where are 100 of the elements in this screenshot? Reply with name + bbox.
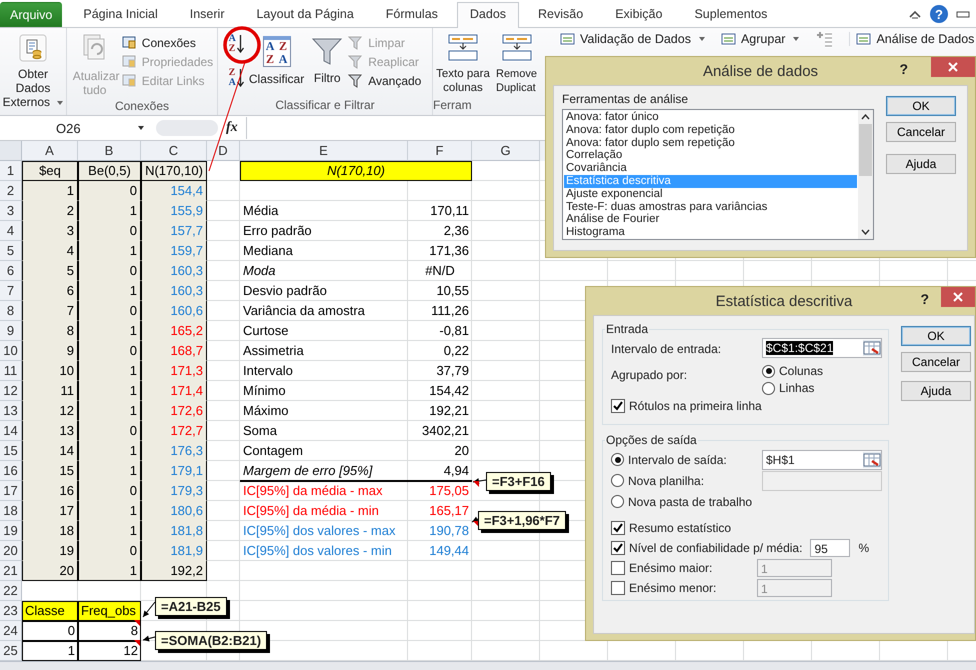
table-cell-text: Intervalo xyxy=(242,362,294,380)
close-button[interactable] xyxy=(941,287,975,307)
list-item[interactable]: Teste-F: duas amostras para variâncias xyxy=(564,200,857,214)
list-item[interactable]: Anova: fator duplo com repetição xyxy=(564,124,857,137)
column-header[interactable]: B xyxy=(78,141,141,161)
list-item[interactable]: Correlação xyxy=(564,149,857,162)
help-button[interactable]: ? xyxy=(930,5,948,23)
ribbon-tab[interactable]: Arquivo xyxy=(0,2,62,27)
ribbon-button[interactable]: Análise de Dados xyxy=(849,32,974,46)
list-item[interactable]: Anova: fator único xyxy=(564,111,857,124)
get-external-data-button[interactable]: Obter Dados Externos xyxy=(0,30,67,111)
row-header[interactable]: 21 xyxy=(0,561,22,581)
row-header[interactable]: 13 xyxy=(0,401,22,421)
list-item[interactable]: Análise de Fourier xyxy=(564,213,857,226)
row-header[interactable]: 15 xyxy=(0,441,22,461)
row-header[interactable]: 5 xyxy=(0,241,22,261)
row-header[interactable]: 18 xyxy=(0,501,22,521)
close-button[interactable] xyxy=(931,57,975,77)
row-header[interactable]: 23 xyxy=(0,601,22,621)
input-field[interactable]: $H$1 xyxy=(762,450,882,470)
row-header[interactable]: 10 xyxy=(0,341,22,361)
minimize-icon[interactable] xyxy=(956,10,970,18)
ribbon-button[interactable]: Avançado xyxy=(348,74,422,88)
ribbon-tab[interactable]: Página Inicial xyxy=(70,2,171,27)
column-header[interactable]: F xyxy=(408,141,472,161)
row-header[interactable]: 12 xyxy=(0,381,22,401)
list-item[interactable]: Ajuste exponencial xyxy=(564,188,857,201)
ribbon-tab[interactable]: Layout da Página xyxy=(243,2,367,27)
checkbox-option[interactable]: Enésimo maior: xyxy=(611,561,712,575)
column-header[interactable]: E xyxy=(240,141,408,161)
row-header[interactable]: 9 xyxy=(0,321,22,341)
radio-option[interactable]: Nova planilha: xyxy=(611,474,704,488)
ribbon-tab[interactable]: Exibição xyxy=(602,2,676,27)
dialog-button[interactable]: OK xyxy=(901,326,971,346)
help-button[interactable]: ? xyxy=(920,291,929,307)
scrollbar[interactable] xyxy=(858,110,873,239)
filter-button[interactable]: Filtro xyxy=(309,30,346,87)
range-picker-icon[interactable] xyxy=(863,452,881,468)
row-header[interactable]: 4 xyxy=(0,221,22,241)
ribbon-button[interactable]: Validação de Dados xyxy=(560,32,705,46)
name-box[interactable]: O26 xyxy=(0,118,148,138)
sort-button[interactable]: A Z Z A Classificar xyxy=(246,30,306,88)
range-picker-icon[interactable] xyxy=(863,340,881,356)
column-header[interactable]: C xyxy=(141,141,207,161)
row-header[interactable]: 14 xyxy=(0,421,22,441)
row-header[interactable]: 8 xyxy=(0,301,22,321)
collapse-ribbon-icon[interactable] xyxy=(908,9,922,19)
input-field[interactable] xyxy=(762,470,882,490)
row-header[interactable]: 2 xyxy=(0,181,22,201)
list-item[interactable]: Histograma xyxy=(564,226,857,239)
column-header[interactable]: D xyxy=(207,141,240,161)
ribbon-button[interactable]: Remove Duplicat xyxy=(494,30,540,97)
ribbon-tab[interactable]: Revisão xyxy=(525,2,596,27)
list-item[interactable]: Anova: fator duplo sem repetição xyxy=(564,136,857,150)
checkbox-option[interactable]: Nível de confiabilidade p/ média: xyxy=(611,541,802,555)
dialog-button[interactable]: Ajuda xyxy=(901,381,971,401)
input-field[interactable]: $C$1:$C$21 xyxy=(762,338,882,358)
row-header[interactable]: 20 xyxy=(0,541,22,561)
checkbox-option[interactable]: Enésimo menor: xyxy=(611,581,716,595)
ribbon-button[interactable]: Conexões xyxy=(122,36,214,50)
scroll-down-icon[interactable] xyxy=(861,229,870,235)
row-header[interactable]: 24 xyxy=(0,621,22,641)
row-header[interactable]: 19 xyxy=(0,521,22,541)
scroll-up-icon[interactable] xyxy=(861,114,870,120)
row-header[interactable]: 6 xyxy=(0,261,22,281)
ungroup-icon[interactable] xyxy=(815,31,834,47)
dialog-button[interactable]: Cancelar xyxy=(901,352,971,372)
help-button[interactable]: ? xyxy=(899,61,908,77)
ribbon-button[interactable]: Agrupar xyxy=(720,32,800,46)
ribbon-tab[interactable]: Suplementos xyxy=(681,2,780,27)
radio-option[interactable]: Nova pasta de trabalho xyxy=(611,494,752,508)
ribbon-button[interactable]: Texto para colunas xyxy=(433,30,493,97)
column-header[interactable]: G xyxy=(472,141,540,161)
checkbox-option[interactable]: Rótulos na primeira linha xyxy=(609,399,882,413)
comment-note: =F3+1,96*F7 xyxy=(478,511,566,530)
dialog-button[interactable]: Cancelar xyxy=(886,122,956,142)
row-header[interactable]: 7 xyxy=(0,281,22,301)
tool-list[interactable] xyxy=(562,109,874,240)
dialog-button[interactable]: OK xyxy=(886,96,956,116)
row-header[interactable]: 11 xyxy=(0,361,22,381)
row-header[interactable]: 25 xyxy=(0,641,22,661)
row-header[interactable]: 16 xyxy=(0,461,22,481)
formula-bar-handle[interactable] xyxy=(156,120,218,136)
ribbon-tab[interactable]: Fórmulas xyxy=(372,2,451,27)
radio-option[interactable]: Intervalo de saída: xyxy=(611,452,727,466)
checkbox-option[interactable]: Resumo estatístico xyxy=(611,521,732,535)
ribbon-tab[interactable]: Dados xyxy=(456,2,520,28)
table-cell: 160,6 xyxy=(141,301,207,321)
radio-option[interactable]: Colunas xyxy=(762,364,882,378)
dialog-button[interactable]: Ajuda xyxy=(886,154,956,174)
ribbon-tab[interactable]: Inserir xyxy=(176,2,238,27)
column-header[interactable]: A xyxy=(22,141,78,161)
row-header[interactable]: 17 xyxy=(0,481,22,501)
input-field[interactable]: 95 xyxy=(810,539,850,557)
row-header[interactable]: 3 xyxy=(0,201,22,221)
insert-function-button[interactable]: fx xyxy=(226,120,238,136)
list-item[interactable]: Covariância xyxy=(564,162,857,175)
row-header[interactable]: 22 xyxy=(0,581,22,601)
radio-option[interactable]: Linhas xyxy=(762,381,882,395)
row-header[interactable]: 1 xyxy=(0,161,22,181)
